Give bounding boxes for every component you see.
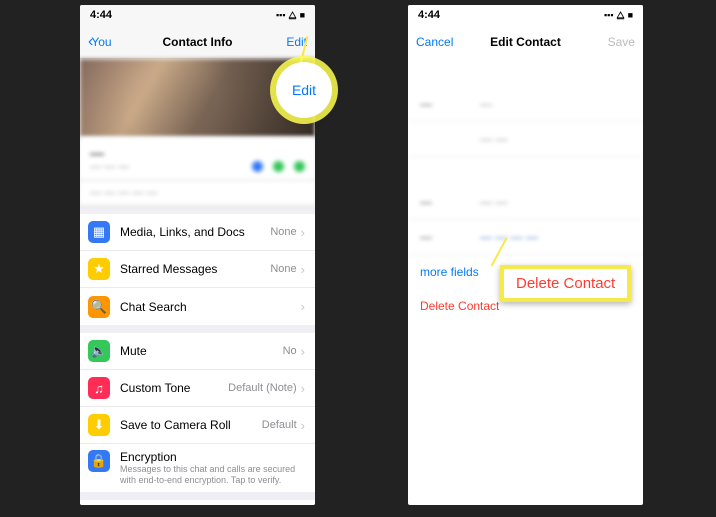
row-label: Starred Messages bbox=[120, 262, 270, 276]
back-label: You bbox=[91, 35, 111, 49]
signal-icon: ▪▪▪ bbox=[276, 10, 286, 20]
cancel-button[interactable]: Cancel bbox=[416, 35, 458, 49]
row-label: Chat Search bbox=[120, 300, 297, 314]
row-custom-tone[interactable]: ♫ Custom Tone Default (Note) › bbox=[80, 370, 315, 407]
section-details: ☰ Contact Details › bbox=[80, 500, 315, 505]
row-value: None bbox=[270, 226, 296, 238]
row-subtitle: Messages to this chat and calls are secu… bbox=[120, 464, 305, 486]
nav-title: Edit Contact bbox=[490, 35, 561, 49]
star-icon: ★ bbox=[88, 258, 110, 280]
contact-name: — bbox=[90, 145, 305, 161]
field-value: — — — — bbox=[480, 230, 538, 244]
lastname-field[interactable]: — — bbox=[408, 122, 643, 157]
phone-edit-contact: 4:44 ▪▪▪ ⧋ ■ Cancel Edit Contact Save — … bbox=[408, 5, 643, 505]
row-encryption[interactable]: 🔒 Encryption Messages to this chat and c… bbox=[80, 444, 315, 492]
row-starred[interactable]: ★ Starred Messages None › bbox=[80, 251, 315, 288]
wifi-icon: ⧋ bbox=[289, 10, 297, 21]
phone-country-field[interactable]: — — — bbox=[408, 185, 643, 220]
call-icon[interactable] bbox=[273, 161, 284, 172]
row-mute[interactable]: 🔈 Mute No › bbox=[80, 333, 315, 370]
field-label bbox=[420, 132, 480, 146]
status-time: 4:44 bbox=[90, 9, 112, 21]
status-time: 4:44 bbox=[418, 9, 440, 21]
chevron-right-icon: › bbox=[301, 418, 305, 433]
row-value: None bbox=[270, 263, 296, 275]
row-value: Default (Note) bbox=[228, 382, 296, 394]
row-media[interactable]: ▦ Media, Links, and Docs None › bbox=[80, 214, 315, 251]
chevron-right-icon: › bbox=[301, 381, 305, 396]
back-button[interactable]: ‹ You bbox=[88, 33, 130, 51]
nav-bar: ‹ You Contact Info Edit bbox=[80, 25, 315, 59]
video-icon[interactable] bbox=[294, 161, 305, 172]
nav-bar: Cancel Edit Contact Save bbox=[408, 25, 643, 59]
speaker-icon: 🔈 bbox=[88, 340, 110, 362]
status-icons: ▪▪▪ ⧋ ■ bbox=[276, 10, 305, 21]
row-label: Encryption bbox=[120, 450, 305, 464]
row-value: No bbox=[283, 345, 297, 357]
status-bar: 4:44 ▪▪▪ ⧋ ■ bbox=[408, 5, 643, 25]
row-label: Media, Links, and Docs bbox=[120, 225, 270, 239]
download-icon: ⬇ bbox=[88, 414, 110, 436]
name-field[interactable]: — — bbox=[408, 87, 643, 122]
row-value: Default bbox=[262, 419, 297, 431]
section-media: ▦ Media, Links, and Docs None › ★ Starre… bbox=[80, 214, 315, 325]
annotation-edit-circle: Edit bbox=[276, 62, 332, 118]
status-text: — — — — — bbox=[80, 181, 315, 206]
row-label: Save to Camera Roll bbox=[120, 418, 262, 432]
row-label: Custom Tone bbox=[120, 381, 228, 395]
chevron-right-icon: › bbox=[301, 262, 305, 277]
field-value: — bbox=[480, 97, 492, 111]
lock-icon: 🔒 bbox=[88, 450, 110, 472]
battery-icon: ■ bbox=[628, 10, 633, 20]
search-icon: 🔍 bbox=[88, 296, 110, 318]
phone-number-field[interactable]: — — — — — bbox=[408, 220, 643, 255]
chevron-right-icon: › bbox=[301, 225, 305, 240]
field-label: — bbox=[420, 230, 480, 244]
annotation-delete-box: Delete Contact bbox=[500, 265, 631, 302]
field-value: — — bbox=[480, 132, 507, 146]
row-chat-search[interactable]: 🔍 Chat Search › bbox=[80, 288, 315, 325]
edit-button[interactable]: Edit bbox=[265, 35, 307, 49]
message-icon[interactable] bbox=[252, 161, 263, 172]
signal-icon: ▪▪▪ bbox=[604, 10, 614, 20]
music-icon: ♫ bbox=[88, 377, 110, 399]
media-icon: ▦ bbox=[88, 221, 110, 243]
section-settings: 🔈 Mute No › ♫ Custom Tone Default (Note)… bbox=[80, 333, 315, 492]
status-bar: 4:44 ▪▪▪ ⧋ ■ bbox=[80, 5, 315, 25]
contact-header: — — — — bbox=[80, 137, 315, 181]
save-button[interactable]: Save bbox=[593, 35, 635, 49]
status-icons: ▪▪▪ ⧋ ■ bbox=[604, 10, 633, 21]
field-label: — bbox=[420, 195, 480, 209]
row-label: Mute bbox=[120, 344, 283, 358]
chevron-right-icon: › bbox=[301, 344, 305, 359]
row-save-camera-roll[interactable]: ⬇ Save to Camera Roll Default › bbox=[80, 407, 315, 444]
nav-title: Contact Info bbox=[163, 35, 233, 49]
wifi-icon: ⧋ bbox=[617, 10, 625, 21]
chevron-right-icon: › bbox=[301, 299, 305, 314]
battery-icon: ■ bbox=[300, 10, 305, 20]
field-label: — bbox=[420, 97, 480, 111]
field-value: — — bbox=[480, 195, 507, 209]
row-contact-details[interactable]: ☰ Contact Details › bbox=[80, 500, 315, 505]
